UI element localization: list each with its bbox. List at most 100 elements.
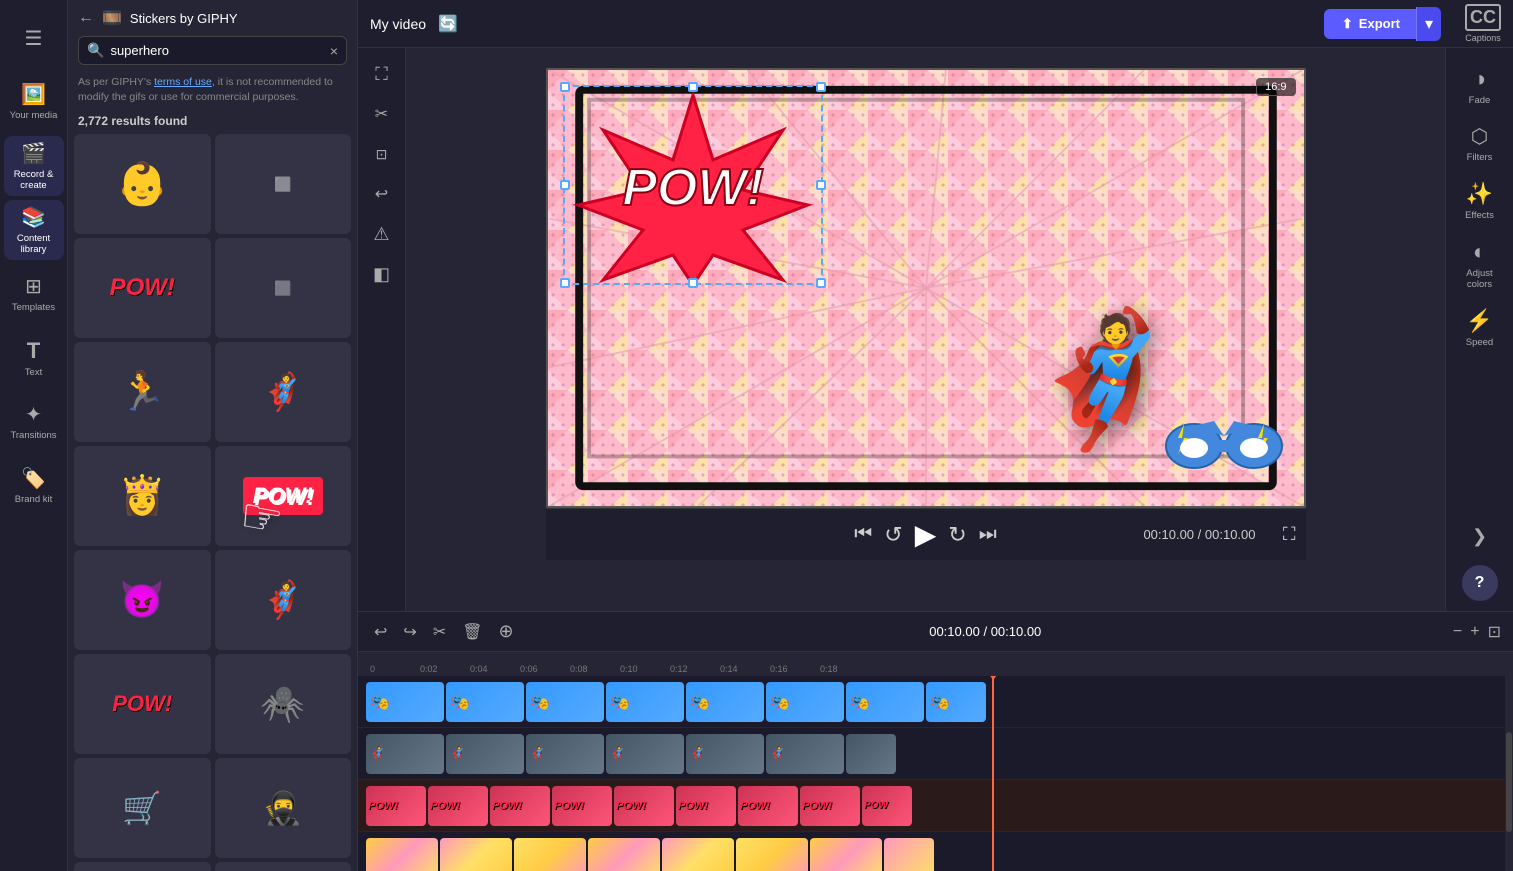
fit-timeline-button[interactable]: ⊡ [1488, 622, 1501, 642]
sidebar-item-brand-kit[interactable]: 🏷️ Brand kit [4, 456, 64, 516]
sticker-item-gray2[interactable]: ⬜ [215, 238, 352, 338]
align-tool[interactable]: ◧ [364, 256, 400, 292]
sticker-item-bat-logo[interactable]: 🦇 [74, 862, 211, 871]
play-button[interactable]: ▶ [915, 518, 937, 551]
collapse-panel-button[interactable]: ❯ [1464, 518, 1495, 555]
sidebar-item-templates[interactable]: ⊞ Templates [4, 264, 64, 324]
zoom-in-button[interactable]: + [1470, 623, 1479, 641]
clip-comic-5[interactable] [662, 838, 734, 871]
delete-button[interactable]: 🗑 [458, 618, 486, 646]
time-display: 00:10.00 / 00:10.00 [1143, 527, 1255, 542]
sticker-item-pow3[interactable]: POW! [74, 654, 211, 754]
clip-mask-7[interactable]: 🎭 [846, 682, 924, 722]
sticker-item-wonder[interactable]: 👸 [74, 446, 211, 546]
mask-sticker[interactable] [1164, 416, 1284, 481]
main-area: My video 🔄 ⬆ Export ▾ CC Captions ⛶ ✂ ⊡ … [358, 0, 1513, 871]
clip-comic-3[interactable] [514, 838, 586, 871]
fade-tool[interactable]: ◑ Fade [1450, 58, 1510, 114]
forward-button[interactable]: ↻ [948, 522, 966, 548]
zoom-out-button[interactable]: − [1453, 623, 1462, 641]
sticker-item-fly[interactable]: 🦸 [215, 342, 352, 442]
clip-mask-1[interactable]: 🎭 [366, 682, 444, 722]
adjust-colors-tool[interactable]: ◐ Adjustcolors [1450, 231, 1510, 298]
clip-comic-6[interactable] [736, 838, 808, 871]
clip-pow-3[interactable]: POW! [490, 786, 550, 826]
aspect-ratio-badge[interactable]: 16:9 [1256, 78, 1295, 96]
sticker-item-mask2[interactable]: 🦸 [215, 550, 352, 650]
sidebar-item-record[interactable]: 🎬 Record &create [4, 136, 64, 196]
clip-pow-4[interactable]: POW! [552, 786, 612, 826]
clip-pow-1[interactable]: POW! [366, 786, 426, 826]
skip-start-button[interactable]: ⏮ [854, 523, 872, 546]
clip-hero-3[interactable]: 🦸 [526, 734, 604, 774]
clip-mask-2[interactable]: 🎭 [446, 682, 524, 722]
clip-pow-7[interactable]: POW! [738, 786, 798, 826]
timeline-scrollbar[interactable] [1505, 652, 1513, 871]
clip-pow-5[interactable]: POW! [614, 786, 674, 826]
sticker-item-baby[interactable]: 👶 [74, 134, 211, 234]
scrollbar-thumb[interactable] [1506, 732, 1512, 832]
clip-comic-4[interactable] [588, 838, 660, 871]
warning-tool[interactable]: ⚠ [364, 216, 400, 252]
clip-mask-4[interactable]: 🎭 [606, 682, 684, 722]
crop-tool[interactable]: ⛶ [364, 56, 400, 92]
cut-button[interactable]: ✂ [429, 618, 450, 646]
giphy-terms-link[interactable]: terms of use [154, 76, 212, 88]
back-button[interactable]: ← [78, 9, 94, 27]
timeline-tracks: 🎭 🎭 🎭 🎭 🎭 🎭 🎭 🎭 [358, 676, 1513, 871]
clip-hero-7[interactable] [846, 734, 896, 774]
clip-hero-5[interactable]: 🦸 [686, 734, 764, 774]
clip-comic-8[interactable] [884, 838, 934, 871]
clip-mask-6[interactable]: 🎭 [766, 682, 844, 722]
sticker-item-pow-burst[interactable]: POW! Add to timeline [215, 446, 352, 546]
search-input[interactable] [110, 43, 323, 58]
clip-hero-4[interactable]: 🦸 [606, 734, 684, 774]
clip-comic-2[interactable] [440, 838, 512, 871]
skip-end-button[interactable]: ⏭ [979, 523, 997, 546]
clip-hero-1[interactable]: 🦸 [366, 734, 444, 774]
speed-tool[interactable]: ⚡ Speed [1450, 300, 1510, 356]
clip-hero-2[interactable]: 🦸 [446, 734, 524, 774]
sticker-item-wow[interactable]: 😮 [215, 862, 352, 871]
clip-mask-8[interactable]: 🎭 [926, 682, 986, 722]
clip-pow-2[interactable]: POW! [428, 786, 488, 826]
filters-tool[interactable]: ⬡ Filters [1450, 116, 1510, 171]
redo-button[interactable]: ↪ [399, 618, 420, 646]
trim-tool[interactable]: ✂ [364, 96, 400, 132]
clip-pow-6[interactable]: POW! [676, 786, 736, 826]
sticker-item-pow-red[interactable]: POW! [74, 238, 211, 338]
export-dropdown-button[interactable]: ▾ [1416, 7, 1441, 41]
sticker-item-run[interactable]: 🏃 [74, 342, 211, 442]
clip-thumb-7: 🎭 [846, 692, 874, 712]
sticker-item-cart[interactable]: 🛒 [74, 758, 211, 858]
sidebar-item-content-library[interactable]: 📚 Content library [4, 200, 64, 260]
sidebar-item-text[interactable]: T Text [4, 328, 64, 388]
clip-comic-7[interactable] [810, 838, 882, 871]
clip-mask-3[interactable]: 🎭 [526, 682, 604, 722]
rewind-button[interactable]: ↺ [884, 522, 902, 548]
sticker-item-spider[interactable]: 🕷️ [215, 654, 352, 754]
sidebar-item-hamburger[interactable]: ☰ [4, 8, 64, 68]
captions-button[interactable]: CC Captions [1465, 4, 1501, 43]
sidebar-item-transitions[interactable]: ✦ Transitions [4, 392, 64, 452]
resize-tool[interactable]: ⊡ [364, 136, 400, 172]
fullscreen-button[interactable]: ⛶ [1283, 524, 1296, 545]
help-button[interactable]: ? [1462, 565, 1498, 601]
sticker-item-villain[interactable]: 😈 [74, 550, 211, 650]
sticker-item-dark2[interactable]: 🥷 [215, 758, 352, 858]
sidebar-item-your-media[interactable]: 🖼️ Your media [4, 72, 64, 132]
pow-sticker-svg[interactable]: POW! [568, 90, 818, 290]
clip-pow-8[interactable]: POW! [800, 786, 860, 826]
clip-hero-6[interactable]: 🦸 [766, 734, 844, 774]
video-frame[interactable]: POW! 🦸 [546, 68, 1306, 508]
clip-mask-5[interactable]: 🎭 [686, 682, 764, 722]
add-media-button[interactable]: ⊕ [495, 617, 518, 646]
clip-comic-1[interactable] [366, 838, 438, 871]
sticker-item-gray[interactable]: ⬜ [215, 134, 352, 234]
effects-tool[interactable]: ✨ Effects [1450, 173, 1510, 229]
undo-canvas[interactable]: ↩ [364, 176, 400, 212]
undo-button[interactable]: ↩ [370, 618, 391, 646]
clear-search-button[interactable]: × [330, 43, 338, 59]
export-button[interactable]: ⬆ Export [1324, 9, 1418, 39]
clip-pow-9[interactable]: POW [862, 786, 912, 826]
